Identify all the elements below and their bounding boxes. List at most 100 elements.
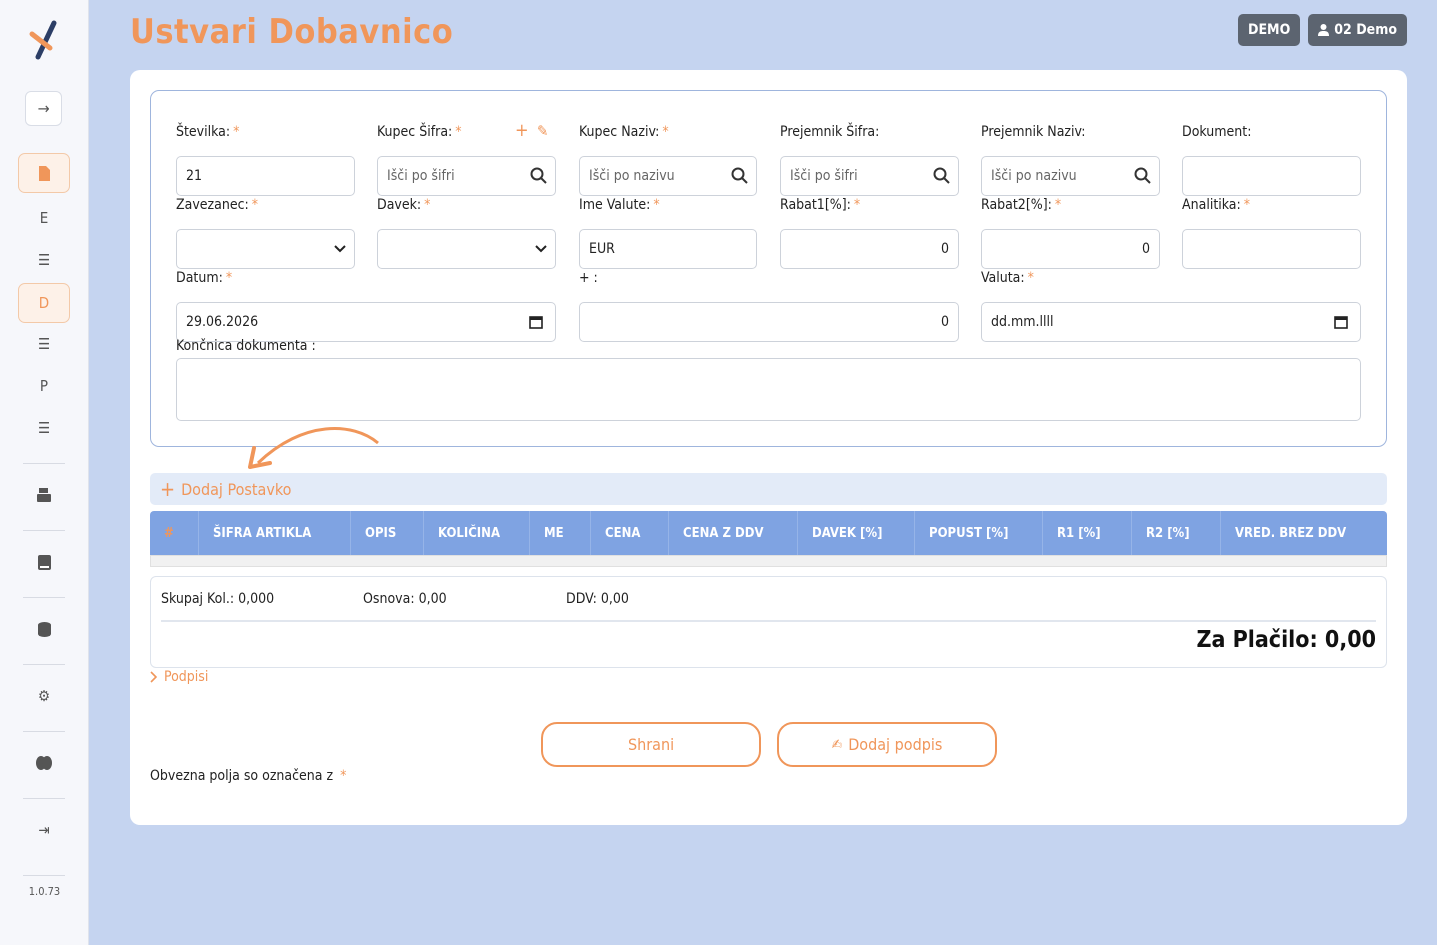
add-signature-button[interactable]: ✍ Dodaj podpis bbox=[777, 722, 997, 767]
field-plus: + : 0 bbox=[579, 268, 959, 342]
page-title: Ustvari Dobavnico bbox=[130, 12, 454, 52]
search-icon bbox=[530, 167, 547, 184]
col-cena[interactable]: CENA bbox=[591, 511, 669, 555]
signature-icon: ✍ bbox=[831, 736, 843, 753]
field-kupec-sifra: Kupec Šifra: * + ✎ Išči po šifri bbox=[377, 120, 556, 196]
col-r1[interactable]: R1 [%] bbox=[1043, 511, 1132, 555]
search-icon bbox=[1134, 167, 1151, 184]
prejemnik-sifra-search-input[interactable]: Išči po šifri bbox=[780, 156, 959, 196]
sidebar-item-database[interactable] bbox=[18, 609, 70, 649]
koncnica-textarea[interactable] bbox=[176, 358, 1361, 421]
kupec-sifra-search-input[interactable]: Išči po šifri bbox=[377, 156, 556, 196]
rabat1-input[interactable]: 0 bbox=[780, 229, 959, 269]
list-icon: ☰ bbox=[37, 419, 51, 437]
sidebar-item-documents[interactable] bbox=[18, 153, 70, 193]
sidebar-divider bbox=[23, 664, 65, 665]
edit-icon[interactable]: ✎ bbox=[537, 122, 548, 140]
totals-panel: Skupaj Kol.: 0,000 Osnova: 0,00 DDV: 0,0… bbox=[150, 576, 1387, 668]
col-me[interactable]: ME bbox=[530, 511, 591, 555]
davek-select[interactable] bbox=[377, 229, 556, 269]
sidebar-item-settings[interactable]: ⚙ bbox=[18, 676, 70, 716]
valuta-date-input[interactable]: dd.mm.llll bbox=[981, 302, 1361, 342]
top-buttons: DEMO 02 Demo bbox=[1237, 14, 1407, 46]
app-logo[interactable] bbox=[28, 20, 62, 60]
sidebar-divider bbox=[23, 798, 65, 799]
rabat2-input[interactable]: 0 bbox=[981, 229, 1160, 269]
logout-icon: ⇥ bbox=[38, 821, 50, 839]
total-quantity: Skupaj Kol.: 0,000 bbox=[161, 591, 275, 607]
sidebar-item-list-1[interactable]: ☰ bbox=[18, 240, 70, 280]
hint-arrow-icon bbox=[248, 427, 379, 469]
user-button[interactable]: 02 Demo bbox=[1308, 14, 1407, 46]
field-rabat2: Rabat2[%]: * 0 bbox=[981, 195, 1160, 269]
totals-divider bbox=[161, 620, 1376, 622]
field-datum: Datum: * 29.06.2026 bbox=[176, 268, 556, 342]
search-icon bbox=[933, 167, 950, 184]
col-kolicina[interactable]: KOLIČINA bbox=[424, 511, 530, 555]
col-r2[interactable]: R2 [%] bbox=[1132, 511, 1221, 555]
podpisi-toggle[interactable]: Podpisi bbox=[150, 669, 208, 685]
total-to-pay: Za Plačilo: 0,00 bbox=[1196, 627, 1376, 653]
cash-register-icon bbox=[37, 488, 51, 502]
main-card: Številka: * 21 Kupec Šifra: * + ✎ Išči po … bbox=[130, 70, 1407, 825]
chevron-down-icon bbox=[535, 245, 547, 253]
ime-valute-input[interactable]: EUR bbox=[579, 229, 757, 269]
field-analitika: Analitika: * bbox=[1182, 195, 1361, 269]
sidebar-item-e[interactable]: E bbox=[18, 198, 70, 238]
sidebar-item-p[interactable]: P bbox=[18, 366, 70, 406]
list-icon: ☰ bbox=[37, 251, 51, 269]
sidebar-item-book[interactable] bbox=[18, 542, 70, 582]
kupec-naziv-search-input[interactable]: Išči po nazivu bbox=[579, 156, 757, 196]
sidebar-item-d[interactable]: D bbox=[18, 283, 70, 323]
document-icon bbox=[39, 165, 50, 181]
expand-sidebar-button[interactable]: → bbox=[25, 91, 62, 126]
required-fields-note: Obvezna polja so označena z * bbox=[150, 768, 347, 784]
field-rabat1: Rabat1[%]: * 0 bbox=[780, 195, 959, 269]
header-form: Številka: * 21 Kupec Šifra: * + ✎ Išči po … bbox=[150, 90, 1387, 447]
demo-button[interactable]: DEMO bbox=[1237, 14, 1301, 46]
field-stevilka: Številka: * 21 bbox=[176, 122, 355, 196]
field-ime-valute: Ime Valute: * EUR bbox=[579, 195, 757, 269]
plus-icon: + bbox=[160, 477, 176, 501]
col-opis[interactable]: OPIS bbox=[351, 511, 424, 555]
stevilka-input[interactable]: 21 bbox=[176, 156, 355, 196]
add-item-button[interactable]: + Dodaj Postavko bbox=[150, 473, 1387, 505]
sidebar-divider bbox=[23, 597, 65, 598]
total-vat: DDV: 0,00 bbox=[566, 591, 629, 607]
sidebar-divider bbox=[23, 731, 65, 732]
table-horizontal-scrollbar[interactable] bbox=[150, 555, 1387, 567]
items-table-header: # ŠIFRA ARTIKLA OPIS KOLIČINA ME CENA CE… bbox=[150, 511, 1387, 555]
sidebar-item-cash-register[interactable] bbox=[18, 475, 70, 515]
col-popust[interactable]: POPUST [%] bbox=[915, 511, 1043, 555]
calendar-icon[interactable] bbox=[529, 315, 543, 329]
gear-icon: ⚙ bbox=[37, 687, 51, 705]
list-icon: ☰ bbox=[37, 335, 51, 353]
col-cena-z-ddv[interactable]: CENA Z DDV bbox=[669, 511, 798, 555]
sidebar-divider bbox=[23, 530, 65, 531]
sidebar: → E ☰ D ☰ P ☰ ⚙ ⇥ 1.0.73 bbox=[0, 0, 89, 945]
field-prejemnik-naziv: Prejemnik Naziv: Išči po nazivu bbox=[981, 122, 1160, 196]
add-icon[interactable]: + bbox=[515, 120, 529, 141]
dokument-input[interactable] bbox=[1182, 156, 1361, 196]
col-vred-brez-ddv[interactable]: VRED. BREZ DDV bbox=[1221, 511, 1385, 555]
database-icon bbox=[37, 621, 51, 637]
col-davek[interactable]: DAVEK [%] bbox=[798, 511, 915, 555]
sidebar-item-brain[interactable] bbox=[18, 743, 70, 783]
calendar-icon[interactable] bbox=[1334, 315, 1348, 329]
col-index: # bbox=[150, 511, 199, 555]
sidebar-item-logout[interactable]: ⇥ bbox=[18, 810, 70, 850]
save-button[interactable]: Shrani bbox=[541, 722, 761, 767]
field-davek: Davek: * bbox=[377, 195, 556, 269]
chevron-right-icon bbox=[150, 671, 158, 683]
sidebar-item-list-2[interactable]: ☰ bbox=[18, 324, 70, 364]
zavezanec-select[interactable] bbox=[176, 229, 355, 269]
brain-icon bbox=[36, 756, 52, 770]
plus-input[interactable]: 0 bbox=[579, 302, 959, 342]
analitika-input[interactable] bbox=[1182, 229, 1361, 269]
sidebar-item-list-3[interactable]: ☰ bbox=[18, 408, 70, 448]
prejemnik-naziv-search-input[interactable]: Išči po nazivu bbox=[981, 156, 1160, 196]
sidebar-divider bbox=[23, 875, 65, 876]
chevron-down-icon bbox=[334, 245, 346, 253]
col-sifra-artikla[interactable]: ŠIFRA ARTIKLA bbox=[199, 511, 351, 555]
sidebar-divider bbox=[23, 463, 65, 464]
